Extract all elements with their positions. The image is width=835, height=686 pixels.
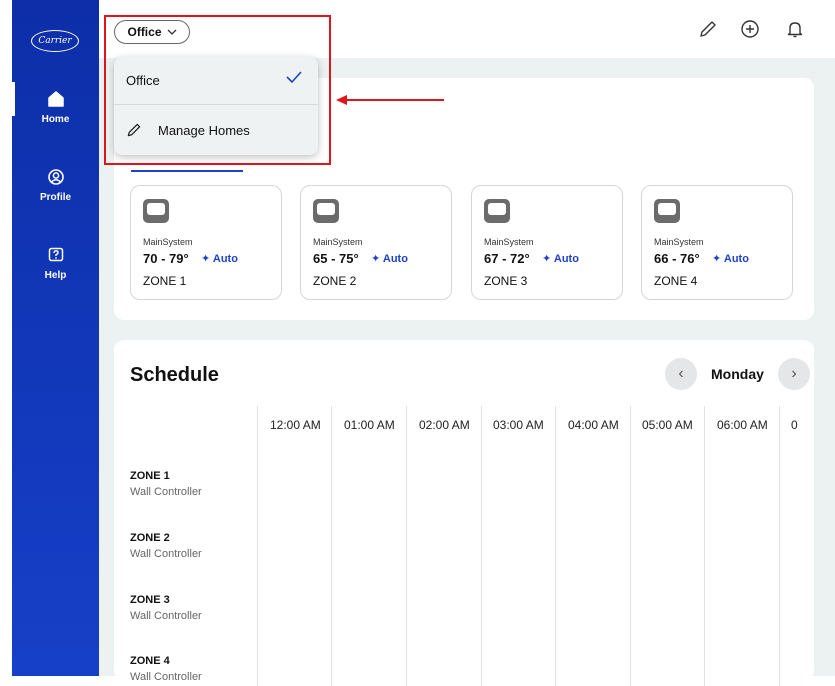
zone-temp-range: 66 - 76° (654, 251, 700, 266)
schedule-card: Schedule ‹ Monday › 12:00 AM 01:00 AM 02… (114, 340, 814, 686)
schedule-zone-device: Wall Controller (130, 610, 202, 622)
zone-mode-label: Auto (382, 253, 408, 265)
sidebar-item-help[interactable]: Help (12, 245, 99, 281)
zone-mode: ✦ Auto (542, 252, 579, 265)
zone-mode: ✦ Auto (712, 252, 749, 265)
grid-line (704, 406, 705, 686)
schedule-zone-name: ZONE 1 (130, 470, 170, 482)
zone-name: ZONE 3 (484, 274, 528, 288)
highlight-box (104, 15, 331, 165)
thermostat-icon (313, 199, 339, 223)
grid-line (555, 406, 556, 686)
home-icon (47, 91, 64, 107)
zone-system: MainSystem (484, 237, 534, 247)
time-header: 0 (791, 418, 798, 432)
grid-line (779, 406, 780, 686)
time-header: 01:00 AM (344, 418, 395, 432)
time-header: 05:00 AM (642, 418, 693, 432)
zone-mode: ✦ Auto (201, 252, 238, 265)
bell-icon[interactable] (785, 19, 805, 39)
sidebar-item-label: Profile (39, 192, 72, 203)
time-header: 03:00 AM (493, 418, 544, 432)
add-icon[interactable] (740, 19, 760, 39)
schedule-zone-device: Wall Controller (130, 548, 202, 560)
annotation-arrow (336, 95, 444, 105)
auto-mode-icon: ✦ (712, 253, 722, 265)
thermostat-icon (654, 199, 680, 223)
zone-name: ZONE 4 (654, 274, 698, 288)
zone-mode: ✦ Auto (371, 252, 408, 265)
sidebar: Carrier Home Profile Help (12, 0, 99, 676)
zone-tile[interactable]: MainSystem 66 - 76° ✦ Auto ZONE 4 (641, 185, 793, 300)
zone-temp-range: 70 - 79° (143, 251, 189, 266)
day-label: Monday (711, 366, 764, 382)
thermostat-icon (143, 199, 169, 223)
schedule-zone-device: Wall Controller (130, 486, 202, 498)
user-icon (47, 169, 64, 185)
schedule-title: Schedule (130, 364, 219, 386)
zone-tile[interactable]: MainSystem 67 - 72° ✦ Auto ZONE 3 (471, 185, 623, 300)
zone-mode-label: Auto (723, 253, 749, 265)
carrier-logo: Carrier (31, 30, 79, 52)
zone-mode-label: Auto (212, 253, 238, 265)
zone-temp-range: 67 - 72° (484, 251, 530, 266)
schedule-zone-name: ZONE 3 (130, 594, 170, 606)
zone-system: MainSystem (654, 237, 704, 247)
chevron-left-icon: ‹ (678, 365, 684, 382)
time-header: 12:00 AM (270, 418, 321, 432)
zone-name: ZONE 1 (143, 274, 187, 288)
zone-system: MainSystem (313, 237, 363, 247)
grid-line (406, 406, 407, 686)
grid-line (331, 406, 332, 686)
auto-mode-icon: ✦ (201, 253, 211, 265)
chevron-right-icon: › (791, 365, 797, 382)
zone-name: ZONE 2 (313, 274, 357, 288)
zone-tile[interactable]: MainSystem 65 - 75° ✦ Auto ZONE 2 (300, 185, 452, 300)
time-header: 06:00 AM (717, 418, 768, 432)
prev-day-button[interactable]: ‹ (665, 358, 697, 390)
grid-line (481, 406, 482, 686)
sidebar-item-profile[interactable]: Profile (12, 167, 99, 203)
zone-system: MainSystem (143, 237, 193, 247)
sidebar-item-label: Home (41, 114, 70, 125)
grid-line (257, 406, 258, 686)
schedule-zone-name: ZONE 4 (130, 655, 170, 667)
schedule-zone-name: ZONE 2 (130, 532, 170, 544)
zone-temp-range: 65 - 75° (313, 251, 359, 266)
auto-mode-icon: ✦ (371, 253, 381, 265)
sidebar-item-label: Help (44, 270, 67, 281)
edit-icon[interactable] (698, 19, 718, 39)
schedule-zone-device: Wall Controller (130, 671, 202, 683)
tab-underline (131, 170, 243, 172)
auto-mode-icon: ✦ (542, 253, 552, 265)
time-header: 04:00 AM (568, 418, 619, 432)
zone-tile[interactable]: MainSystem 70 - 79° ✦ Auto ZONE 1 (130, 185, 282, 300)
zone-mode-label: Auto (553, 253, 579, 265)
thermostat-icon (484, 199, 510, 223)
sidebar-item-home[interactable]: Home (12, 89, 99, 125)
grid-line (630, 406, 631, 686)
next-day-button[interactable]: › (778, 358, 810, 390)
help-icon (48, 247, 63, 262)
time-header: 02:00 AM (419, 418, 470, 432)
